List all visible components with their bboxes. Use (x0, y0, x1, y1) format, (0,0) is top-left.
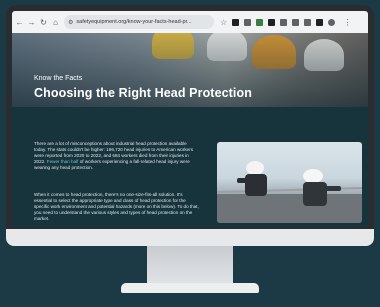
reload-icon[interactable]: ↻ (39, 15, 48, 29)
menu-dots-icon[interactable]: ⋮ (343, 15, 352, 29)
home-icon[interactable]: ⌂ (51, 15, 60, 29)
sidebar-icon[interactable] (316, 18, 324, 26)
page-title: Choosing the Right Head Protection (34, 86, 252, 100)
forward-arrow-icon[interactable]: → (27, 15, 36, 29)
toolbar-icons: ☆ ⋮ (220, 15, 352, 29)
extension-icon-1[interactable] (232, 18, 240, 26)
url-text: safetyequipment.org/know-your-facts-head… (76, 19, 192, 25)
back-arrow-icon[interactable]: ← (15, 15, 24, 29)
worker-photo (217, 142, 362, 223)
monitor-screen: ← → ↻ ⌂ ⚙ safetyequipment.org/know-your-… (12, 11, 368, 227)
browser-toolbar: ← → ↻ ⌂ ⚙ safetyequipment.org/know-your-… (12, 11, 368, 34)
fewer-than-half-link[interactable]: Fewer than half (47, 159, 79, 164)
extension-icon-5[interactable] (280, 18, 288, 26)
monitor-stand-neck (147, 246, 233, 286)
article-body: There are a lot of misconceptions about … (12, 107, 368, 227)
article-paragraph-2: When it comes to head protection, there'… (34, 192, 199, 222)
extension-icon-4[interactable] (268, 18, 276, 26)
extension-icon-2[interactable] (244, 18, 252, 26)
worker-photo-illustration (217, 161, 362, 223)
hero-banner: Know the Facts Choosing the Right Head P… (12, 33, 368, 107)
extension-icon-3[interactable] (256, 18, 264, 26)
profile-avatar-icon[interactable] (328, 18, 336, 26)
extension-icon-6[interactable] (292, 18, 300, 26)
site-info-icon[interactable]: ⚙ (68, 19, 73, 26)
ground (217, 194, 362, 223)
article-paragraph-1: There are a lot of misconceptions about … (34, 141, 200, 171)
monitor-chin (6, 229, 374, 246)
bookmark-star-icon[interactable]: ☆ (220, 18, 227, 27)
extensions-puzzle-icon[interactable] (304, 18, 312, 26)
address-bar[interactable]: ⚙ safetyequipment.org/know-your-facts-he… (64, 15, 214, 29)
monitor-stand-foot (121, 283, 259, 293)
hero-label: Know the Facts (34, 75, 83, 82)
